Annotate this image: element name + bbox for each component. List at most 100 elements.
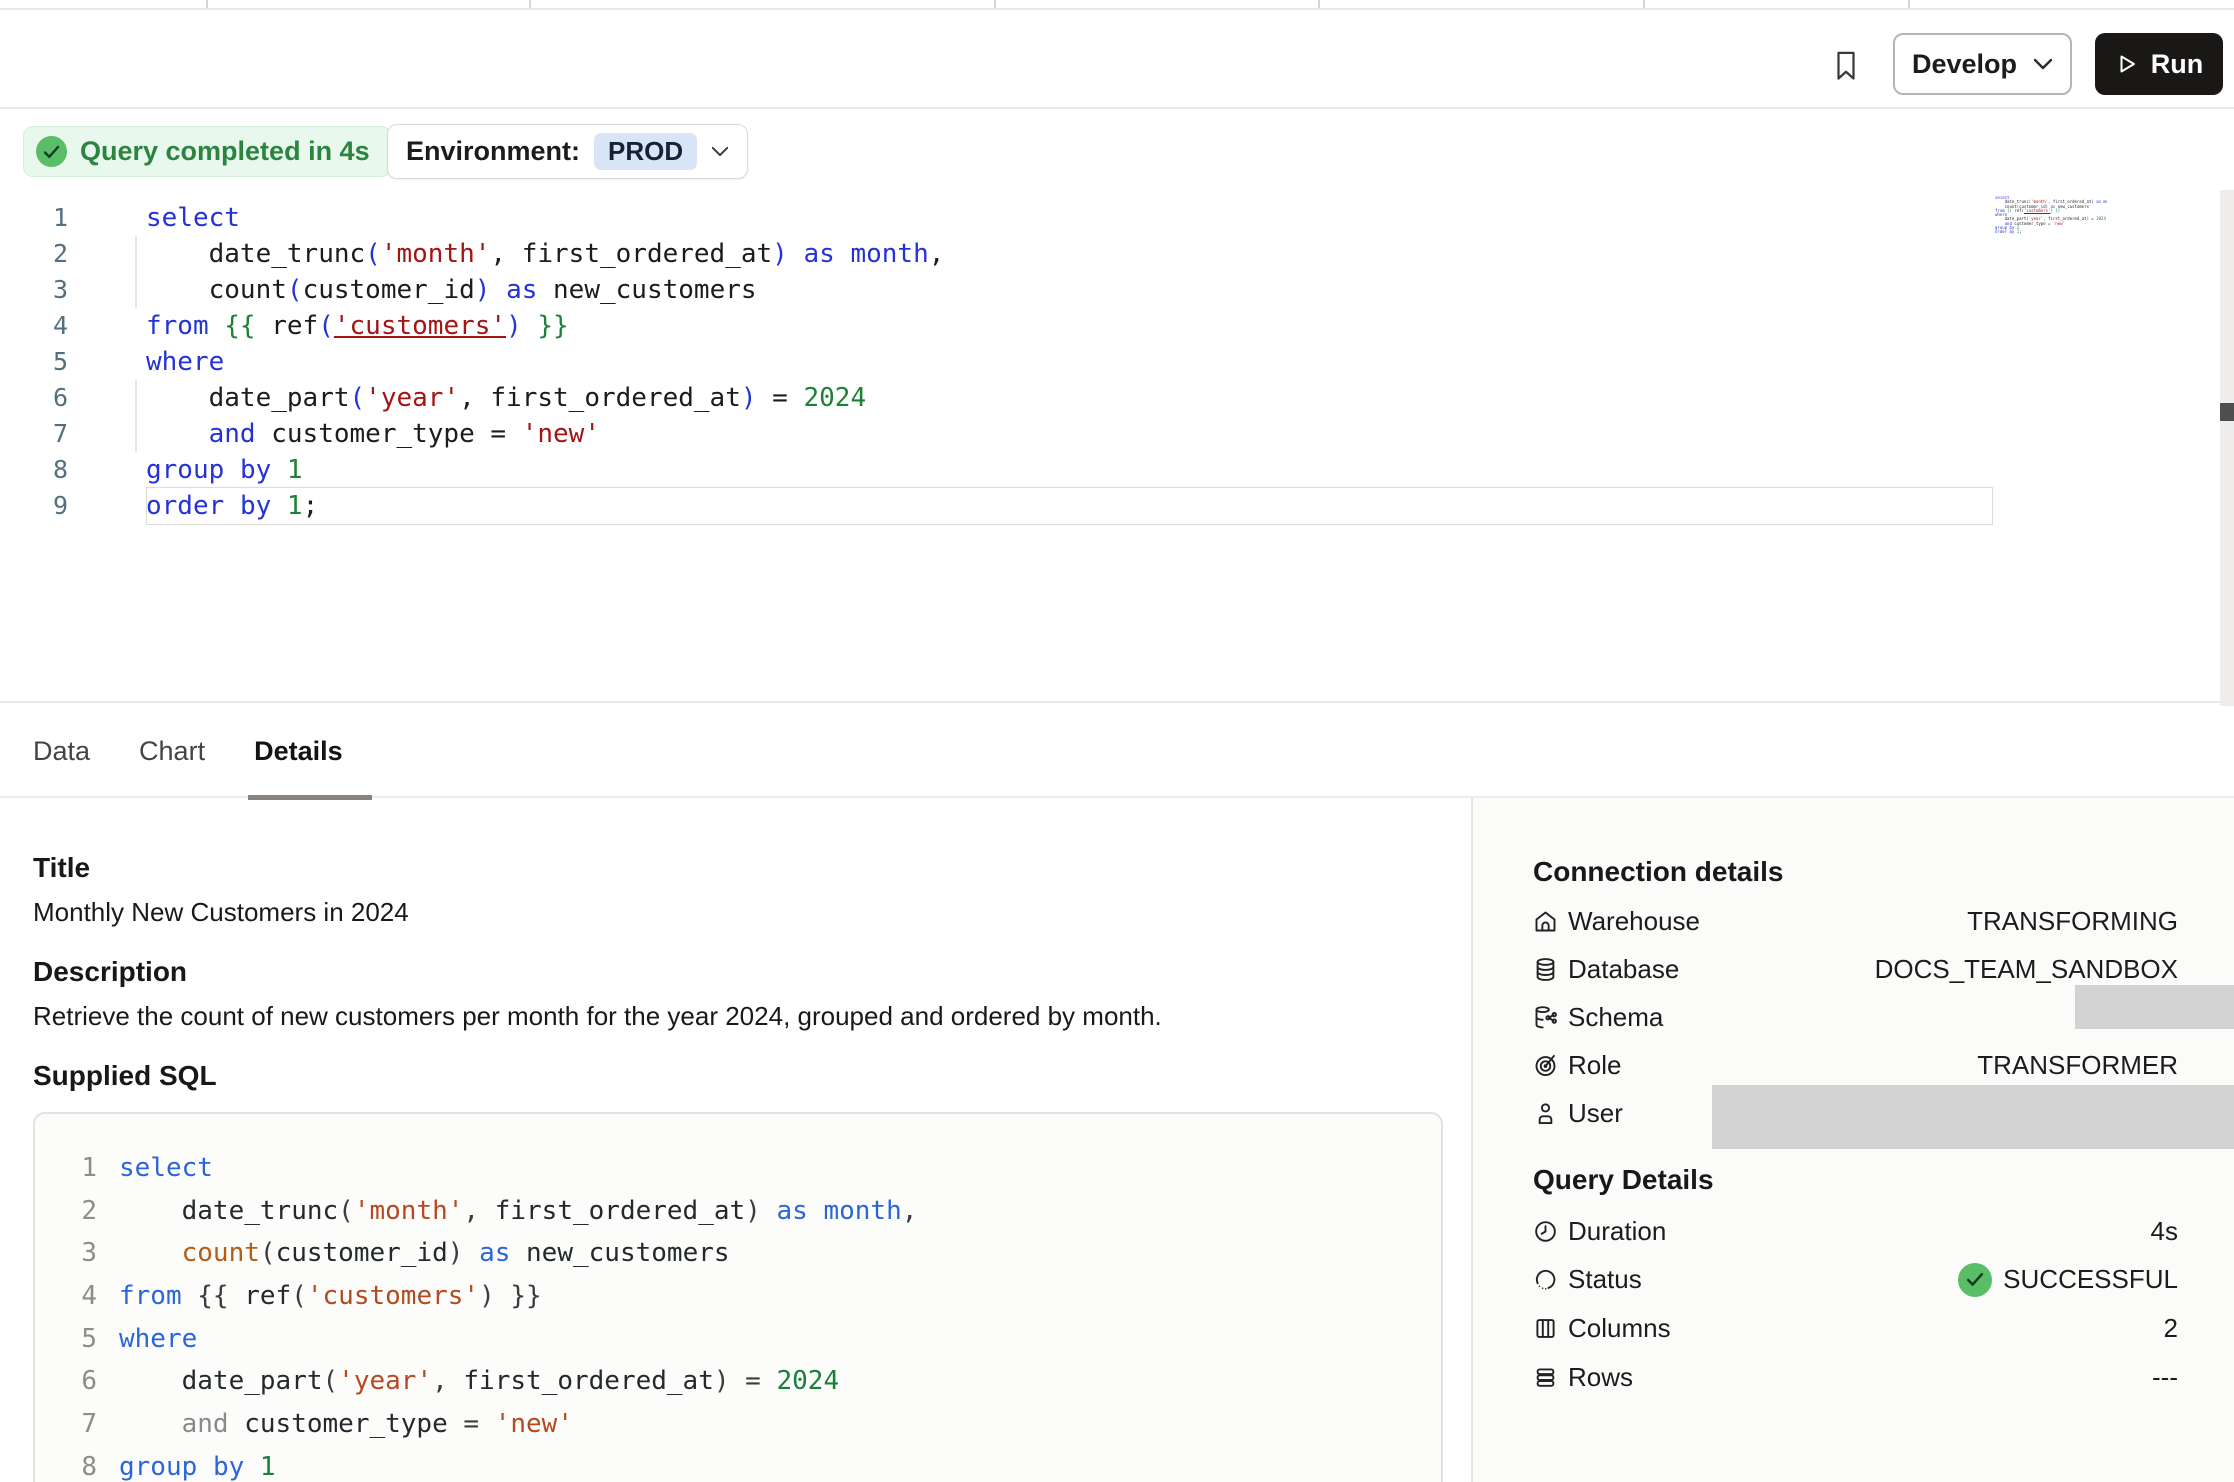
indent-guide xyxy=(135,380,137,452)
row-label: Status xyxy=(1568,1264,1642,1295)
editor-code-line: count(customer_id) as new_customers xyxy=(146,272,944,308)
results-tabbar: Data Chart Details xyxy=(0,706,2234,797)
editor-code-line: order by 1; xyxy=(1995,230,2107,234)
supplied-sql-line-numbers: 123456789 xyxy=(52,1147,97,1482)
environment-label: Environment: xyxy=(406,136,580,167)
line-number: 5 xyxy=(52,1318,97,1361)
description-heading: Description xyxy=(33,954,187,990)
scrollbar-thumb[interactable] xyxy=(2220,403,2234,421)
connection-row-schema: Schema xyxy=(1532,999,2178,1035)
connection-row-warehouse: Warehouse TRANSFORMING xyxy=(1532,903,2178,939)
connection-details-heading: Connection details xyxy=(1533,854,1783,890)
tab-separator xyxy=(529,0,531,8)
sql-editor[interactable]: 123456789 select date_trunc('month', fir… xyxy=(0,190,2220,701)
bookmark-button[interactable] xyxy=(1822,40,1870,92)
editor-code-line: group by 1 xyxy=(146,452,944,488)
tab-separator xyxy=(206,0,208,8)
environment-dropdown[interactable]: Environment: PROD xyxy=(387,124,748,179)
query-status-pill: Query completed in 4s xyxy=(23,126,391,177)
tab-data[interactable]: Data xyxy=(33,736,90,767)
chevron-down-icon xyxy=(2033,58,2053,70)
line-number: 1 xyxy=(20,200,68,236)
row-value: TRANSFORMER xyxy=(1977,1050,2178,1081)
editor-code-line: date_trunc('month', first_ordered_at) as… xyxy=(146,236,944,272)
browser-tab-strip xyxy=(0,0,2234,10)
status-icon xyxy=(1532,1266,1559,1293)
row-value: 2 xyxy=(2164,1313,2178,1344)
supplied-sql-line: from {{ ref('customers') }} xyxy=(119,1275,917,1318)
row-label: Columns xyxy=(1568,1313,1671,1344)
query-row-duration: Duration 4s xyxy=(1532,1213,2178,1249)
line-number: 6 xyxy=(20,380,68,416)
supplied-sql-line: count(customer_id) as new_customers xyxy=(119,1232,917,1275)
supplied-sql-line: select xyxy=(119,1147,917,1190)
section-divider xyxy=(0,701,2234,703)
supplied-sql-heading: Supplied SQL xyxy=(33,1058,217,1094)
tab-separator xyxy=(1908,0,1910,8)
line-number: 8 xyxy=(52,1446,97,1482)
line-number: 6 xyxy=(52,1360,97,1403)
editor-line-numbers: 123456789 xyxy=(20,200,68,524)
columns-icon xyxy=(1532,1315,1559,1342)
row-label: Warehouse xyxy=(1568,906,1700,937)
line-number: 4 xyxy=(20,308,68,344)
line-number: 2 xyxy=(52,1190,97,1233)
active-tab-underline xyxy=(248,795,372,800)
role-icon xyxy=(1532,1052,1559,1079)
row-label: Database xyxy=(1568,954,1679,985)
bookmark-icon xyxy=(1831,48,1861,84)
develop-menu-button[interactable]: Develop xyxy=(1893,33,2072,95)
row-label: User xyxy=(1568,1098,1623,1129)
row-label: Rows xyxy=(1568,1362,1633,1393)
editor-code-line: date_part('year', first_ordered_at) = 20… xyxy=(146,380,944,416)
user-redacted-value xyxy=(1712,1085,2234,1149)
supplied-sql-line: date_trunc('month', first_ordered_at) as… xyxy=(119,1190,917,1233)
indent-guide xyxy=(135,236,137,308)
rows-icon xyxy=(1532,1364,1559,1391)
warehouse-icon xyxy=(1532,908,1559,935)
query-status-text: Query completed in 4s xyxy=(80,136,370,167)
editor-minimap[interactable]: select date_trunc('month', first_ordered… xyxy=(1995,196,2107,244)
check-circle-icon xyxy=(36,136,67,167)
query-row-columns: Columns 2 xyxy=(1532,1310,2178,1346)
toolbar: Develop Run xyxy=(0,10,2234,109)
row-label: Duration xyxy=(1568,1216,1666,1247)
row-value: DOCS_TEAM_SANDBOX xyxy=(1875,954,2178,985)
tab-details[interactable]: Details xyxy=(254,736,343,767)
tab-chart[interactable]: Chart xyxy=(139,736,205,767)
line-number: 2 xyxy=(20,236,68,272)
editor-code-line: where xyxy=(146,344,944,380)
play-icon xyxy=(2115,52,2139,76)
line-number: 7 xyxy=(20,416,68,452)
tab-separator xyxy=(1643,0,1645,8)
active-line-highlight xyxy=(146,487,1993,525)
title-value: Monthly New Customers in 2024 xyxy=(33,894,409,930)
run-button[interactable]: Run xyxy=(2095,33,2223,95)
duration-icon xyxy=(1532,1218,1559,1245)
user-icon xyxy=(1532,1100,1559,1127)
query-row-rows: Rows --- xyxy=(1532,1359,2178,1395)
database-icon xyxy=(1532,956,1559,983)
supplied-sql-line: group by 1 xyxy=(119,1446,917,1482)
connection-row-database: Database DOCS_TEAM_SANDBOX xyxy=(1532,951,2178,987)
line-number: 3 xyxy=(20,272,68,308)
schema-icon xyxy=(1532,1004,1559,1031)
row-value: --- xyxy=(2152,1362,2178,1393)
line-number: 5 xyxy=(20,344,68,380)
supplied-sql-line: and customer_type = 'new' xyxy=(119,1403,917,1446)
connection-row-role: Role TRANSFORMER xyxy=(1532,1047,2178,1083)
line-number: 7 xyxy=(52,1403,97,1446)
line-number: 8 xyxy=(20,452,68,488)
app-window: Develop Run Query completed in 4s Enviro… xyxy=(0,0,2234,1482)
line-number: 3 xyxy=(52,1232,97,1275)
chevron-down-icon xyxy=(711,146,729,157)
editor-code: select date_trunc('month', first_ordered… xyxy=(146,200,944,524)
row-value: TRANSFORMING xyxy=(1967,906,2178,937)
row-label: Role xyxy=(1568,1050,1621,1081)
develop-menu-label: Develop xyxy=(1912,49,2017,80)
editor-code-line: and customer_type = 'new' xyxy=(146,416,944,452)
details-side-panel: Connection details Query Details Warehou… xyxy=(1471,798,2234,1482)
row-value: 4s xyxy=(2151,1216,2178,1247)
row-label: Schema xyxy=(1568,1002,1663,1033)
line-number: 1 xyxy=(52,1147,97,1190)
